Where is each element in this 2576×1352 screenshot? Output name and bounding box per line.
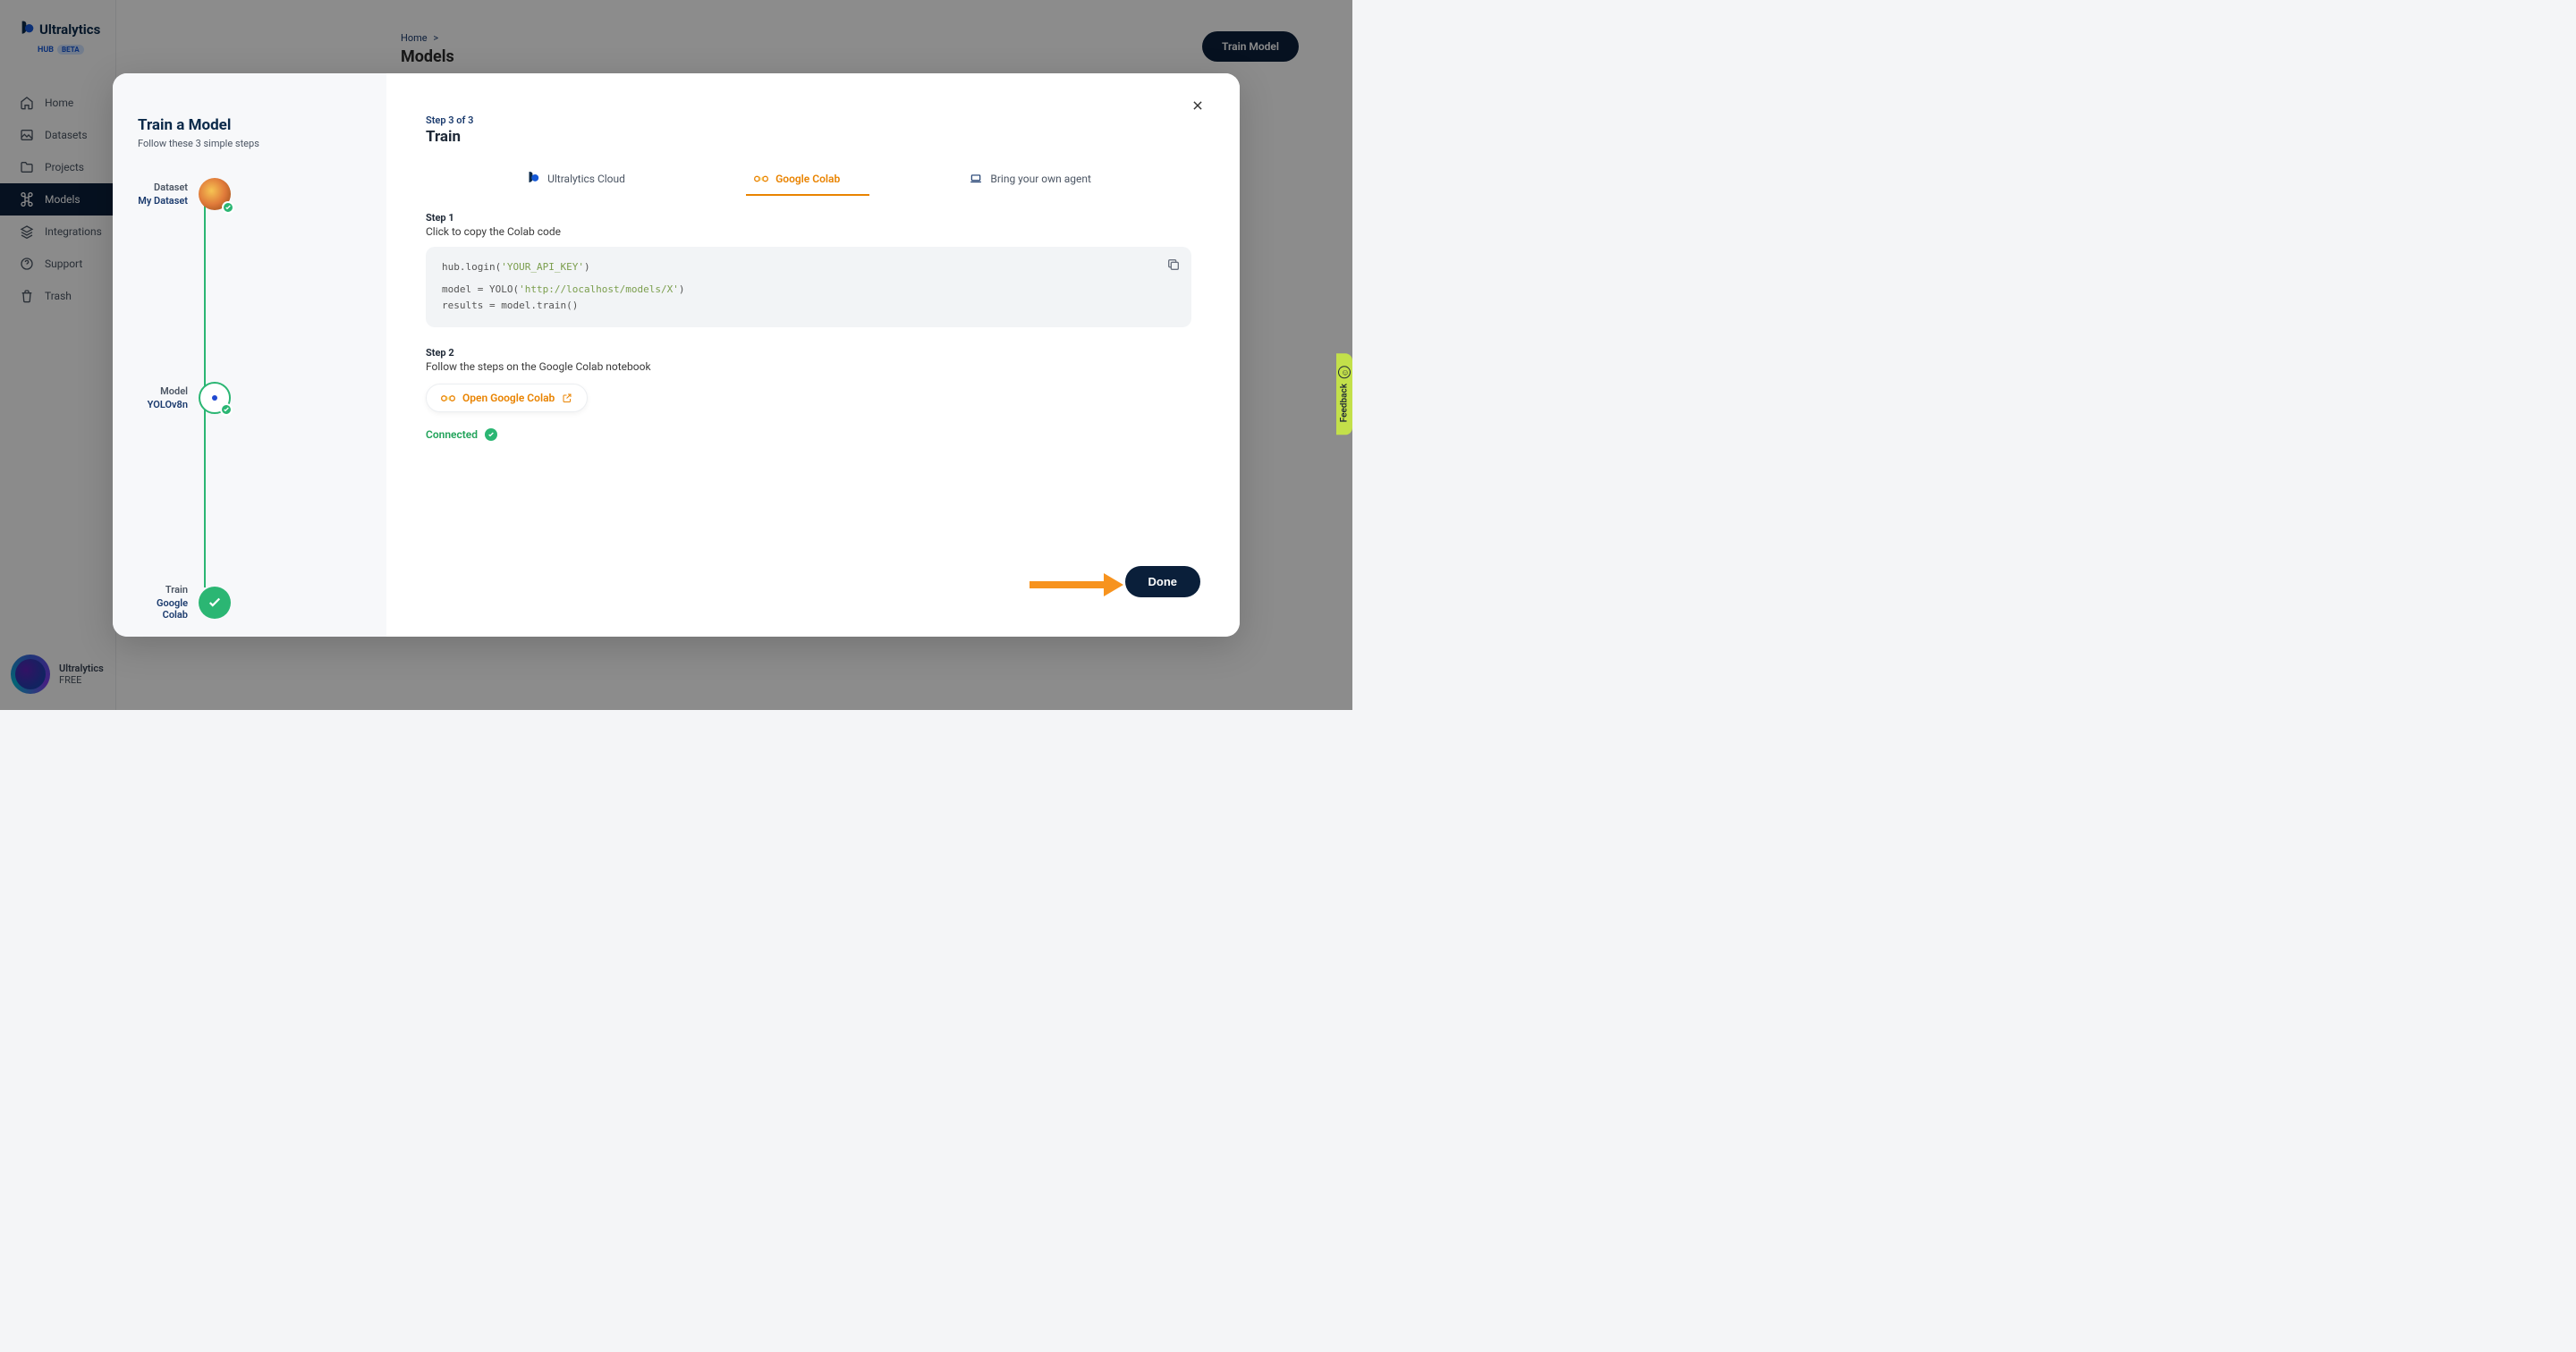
code-line-1: hub.login('YOUR_API_KEY') — [442, 259, 1175, 276]
tab-own-agent[interactable]: Bring your own agent — [954, 165, 1106, 192]
colab-icon — [754, 173, 768, 184]
connected-status: Connected — [426, 428, 1191, 441]
copy-icon — [1166, 258, 1181, 272]
connected-label: Connected — [426, 428, 478, 441]
tab-ultralytics-cloud[interactable]: Ultralytics Cloud — [512, 165, 640, 192]
tab-google-colab[interactable]: Google Colab — [740, 165, 854, 192]
step-dataset-name: Dataset — [138, 182, 188, 193]
step-train: Train Google Colab — [138, 584, 231, 621]
feedback-label: Feedback — [1340, 384, 1350, 422]
smiley-icon: ☺ — [1338, 366, 1351, 378]
check-icon — [220, 403, 233, 416]
tab-label: Ultralytics Cloud — [547, 173, 625, 185]
hint-arrow-icon — [1030, 577, 1123, 593]
step-counter: Step 3 of 3 — [426, 114, 1191, 126]
step1-num: Step 1 — [426, 212, 1191, 224]
train-step-icon — [199, 587, 231, 619]
code-line-3: results = model.train() — [442, 298, 1175, 315]
tab-underline — [746, 194, 869, 196]
close-icon — [1191, 99, 1204, 112]
tab-label: Bring your own agent — [990, 173, 1091, 185]
train-model-modal: Train a Model Follow these 3 simple step… — [113, 73, 1240, 637]
code-line-2: model = YOLO('http://localhost/models/X'… — [442, 282, 1175, 299]
panel-title: Train — [426, 128, 1191, 146]
check-icon — [485, 428, 497, 441]
done-button[interactable]: Done — [1125, 566, 1201, 597]
step2-num: Step 2 — [426, 347, 1191, 359]
step-dataset: Dataset My Dataset — [138, 178, 231, 210]
modal-left-panel: Train a Model Follow these 3 simple step… — [113, 73, 386, 637]
open-colab-button[interactable]: Open Google Colab — [426, 384, 588, 412]
check-icon — [222, 201, 234, 214]
stepper: Dataset My Dataset Model YOLOv8n — [138, 176, 361, 605]
modal-overlay: Train a Model Follow these 3 simple step… — [0, 0, 1352, 710]
train-tabs: Ultralytics Cloud Google Colab Bring you… — [426, 165, 1191, 192]
feedback-tab[interactable]: Feedback ☺ — [1336, 353, 1352, 435]
step2-desc: Follow the steps on the Google Colab not… — [426, 360, 1191, 373]
colab-icon — [441, 393, 455, 403]
model-step-icon — [199, 382, 231, 414]
tab-label: Google Colab — [775, 173, 840, 185]
open-colab-label: Open Google Colab — [462, 392, 555, 404]
step-dataset-value: My Dataset — [138, 195, 188, 207]
ultralytics-cloud-icon — [526, 173, 540, 185]
step-model: Model YOLOv8n — [138, 382, 231, 414]
step-model-name: Model — [138, 385, 188, 397]
step-train-name: Train — [138, 584, 188, 596]
modal-title: Train a Model — [138, 116, 361, 134]
step-model-value: YOLOv8n — [138, 399, 188, 410]
dataset-thumb-icon — [199, 178, 231, 210]
close-button[interactable] — [1191, 98, 1204, 115]
step1-desc: Click to copy the Colab code — [426, 225, 1191, 238]
step-train-value: Google Colab — [138, 597, 188, 621]
laptop-icon — [969, 173, 983, 185]
modal-right-panel: Step 3 of 3 Train Ultralytics Cloud Goog… — [386, 73, 1240, 637]
modal-subtitle: Follow these 3 simple steps — [138, 138, 361, 149]
external-link-icon — [562, 393, 572, 403]
code-block[interactable]: hub.login('YOUR_API_KEY') model = YOLO('… — [426, 247, 1191, 327]
copy-button[interactable] — [1166, 258, 1181, 272]
